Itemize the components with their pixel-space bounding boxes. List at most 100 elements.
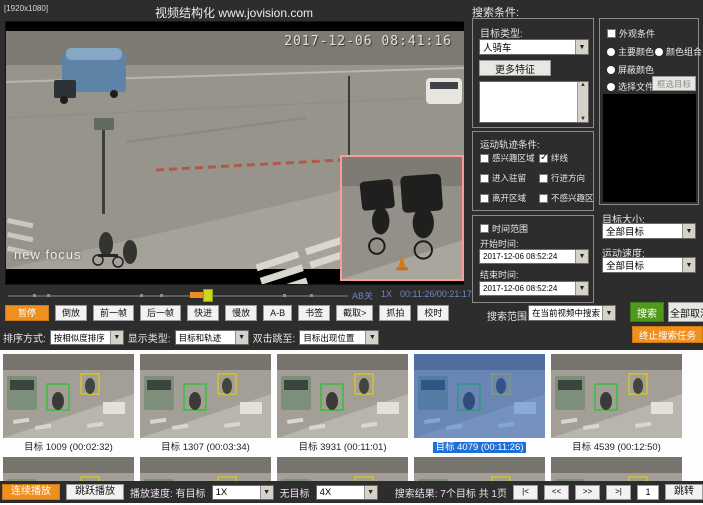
non-roi-checkbox[interactable] <box>539 194 548 203</box>
target-type-group: 目标类型: 人骑车 ▼ 更多特征 ▲ ▼ <box>472 18 594 128</box>
timeline-track[interactable] <box>8 295 348 297</box>
roi-checkbox[interactable] <box>480 154 489 163</box>
scroll-down-icon[interactable]: ▼ <box>580 116 586 122</box>
prev-page-button[interactable]: << <box>544 485 569 500</box>
time-range-checkbox[interactable] <box>480 224 489 233</box>
end-time-label: 结束时间: <box>480 268 519 281</box>
reverse-play-button[interactable]: 倒放 <box>55 305 87 321</box>
tripwire-checkbox[interactable] <box>539 154 548 163</box>
display-type-select[interactable]: 目标和轨迹 ▼ <box>175 330 249 345</box>
result-thumbnail[interactable] <box>3 354 134 438</box>
pause-button[interactable]: 暂停 <box>5 305 49 321</box>
result-thumbnail-partial[interactable] <box>277 457 408 481</box>
sort-mode-select[interactable]: 按相似度排序 ▼ <box>50 330 124 345</box>
appearance-group: 外观条件 主要颜色 颜色组合 屏蔽颜色 选择文件 框选目标 <box>599 18 699 205</box>
result-thumbnail[interactable] <box>140 354 271 438</box>
result-caption: 目标 1009 (00:02:32) <box>3 441 134 454</box>
continuous-play-button[interactable]: 连续播放 <box>2 484 60 500</box>
search-scope-select[interactable]: 在当前视频中搜索 ▼ <box>528 305 616 321</box>
dropdown-arrow-icon: ▼ <box>575 250 588 263</box>
motion-speed-select[interactable]: 全部目标 ▼ <box>602 257 696 273</box>
select-file-radio[interactable] <box>607 83 615 91</box>
cancel-all-button[interactable]: 全部取消 <box>668 302 703 322</box>
display-type-label: 显示类型: <box>128 330 171 345</box>
ab-repeat-status: AB关 <box>352 289 373 302</box>
ab-loop-button[interactable]: A-B <box>263 305 292 321</box>
listbox-scrollbar[interactable]: ▲ ▼ <box>577 82 588 122</box>
dropdown-arrow-icon: ▼ <box>110 331 123 344</box>
result-thumbnail[interactable] <box>277 354 408 438</box>
target-type-select[interactable]: 人骑车 ▼ <box>479 39 589 55</box>
view-options-row: 排序方式: 按相似度排序 ▼ 显示类型: 目标和轨迹 ▼ 双击跳至: 目标出现位… <box>3 330 379 345</box>
main-color-radio[interactable] <box>607 48 615 56</box>
end-time-select[interactable]: 2017-12-06 08:52:24 ▼ <box>479 281 589 296</box>
video-structuring-app: [1920x1080] 视频结构化 www.jovision.com <box>0 0 703 505</box>
result-thumbnail-partial[interactable] <box>3 457 134 481</box>
bookmark-button[interactable]: 书签 <box>298 305 330 321</box>
thumbnail-image <box>277 457 408 481</box>
dropdown-arrow-icon: ▼ <box>575 282 588 295</box>
dropdown-arrow-icon: ▼ <box>364 486 377 499</box>
result-caption: 目标 3931 (00:11:01) <box>277 441 408 454</box>
thumbnail-image <box>140 354 271 438</box>
stop-search-button[interactable]: 终止搜索任务 <box>632 326 703 343</box>
result-caption: 目标 4539 (00:12:50) <box>551 441 682 454</box>
search-button[interactable]: 搜索 <box>630 302 664 322</box>
dropdown-arrow-icon: ▼ <box>575 40 588 54</box>
transport-controls: 暂停 倒放 前一帧 后一帧 快进 慢放 A-B 书签 截取> 抓拍 校时 <box>5 305 449 321</box>
page-number-input[interactable] <box>637 485 659 500</box>
time-range-label: 时间范围 <box>492 222 528 235</box>
direction-checkbox[interactable] <box>539 174 548 183</box>
first-page-button[interactable]: |< <box>513 485 538 500</box>
start-time-select[interactable]: 2017-12-06 08:52:24 ▼ <box>479 249 589 264</box>
thumbnail-image <box>3 457 134 481</box>
feature-listbox[interactable]: ▲ ▼ <box>479 81 589 123</box>
thumbnail-image <box>414 457 545 481</box>
result-caption-selected: 目标 4079 (00:11:26) <box>414 441 545 454</box>
skip-play-button[interactable]: 跳跃播放 <box>66 484 124 500</box>
target-size-select[interactable]: 全部目标 ▼ <box>602 223 696 239</box>
result-thumbnail-selected[interactable] <box>414 354 545 438</box>
snapshot-button[interactable]: 抓拍 <box>379 305 411 321</box>
time-sync-button[interactable]: 校时 <box>417 305 449 321</box>
appearance-checkbox[interactable] <box>607 29 616 38</box>
timeline-highlight-segment <box>190 292 203 298</box>
dblclick-jump-select[interactable]: 目标出现位置 ▼ <box>299 330 379 345</box>
thumbnail-image <box>140 457 271 481</box>
trajectory-label: 运动轨迹条件: <box>480 137 540 151</box>
scroll-up-icon[interactable]: ▲ <box>580 82 586 88</box>
next-frame-button[interactable]: 后一帧 <box>140 305 181 321</box>
last-page-button[interactable]: >| <box>606 485 631 500</box>
page-jump-button[interactable]: 跳转 <box>665 484 703 500</box>
enter-dwell-checkbox[interactable] <box>480 174 489 183</box>
timeline-playhead[interactable] <box>203 289 213 302</box>
app-title: 视频结构化 www.jovision.com <box>0 4 468 21</box>
play-speed-label: 播放速度: 有目标 <box>130 485 206 500</box>
zoom-inset-window[interactable] <box>340 155 464 281</box>
result-thumbnail[interactable] <box>551 354 682 438</box>
prev-frame-button[interactable]: 前一帧 <box>93 305 134 321</box>
dropdown-arrow-icon: ▼ <box>365 331 378 344</box>
trajectory-group: 运动轨迹条件: 感兴趣区域 绊线 进入驻留 行进方向 离开区域 <box>472 131 594 211</box>
pick-target-button[interactable]: 框选目标 <box>652 76 696 91</box>
slow-play-button[interactable]: 慢放 <box>225 305 257 321</box>
more-features-button[interactable]: 更多特征 <box>479 60 551 76</box>
timeline-marker <box>140 294 143 297</box>
video-player[interactable]: 2017-12-06 08:41:16 new focus <box>5 21 463 285</box>
target-type-label: 目标类型: <box>480 25 523 40</box>
timeline-marker <box>283 294 286 297</box>
target-speed-select[interactable]: 1X ▼ <box>212 485 274 500</box>
result-thumbnail-partial[interactable] <box>414 457 545 481</box>
target-preview-box <box>603 94 696 202</box>
mask-color-radio[interactable] <box>607 66 615 74</box>
fast-forward-button[interactable]: 快进 <box>187 305 219 321</box>
color-combo-radio[interactable] <box>655 48 663 56</box>
no-target-speed-select[interactable]: 4X ▼ <box>316 485 378 500</box>
select-file-label: 选择文件 <box>618 80 654 93</box>
thumbnail-image <box>3 354 134 438</box>
result-thumbnail-partial[interactable] <box>551 457 682 481</box>
clip-capture-button[interactable]: 截取> <box>336 305 373 321</box>
result-thumbnail-partial[interactable] <box>140 457 271 481</box>
leave-area-checkbox[interactable] <box>480 194 489 203</box>
next-page-button[interactable]: >> <box>575 485 600 500</box>
